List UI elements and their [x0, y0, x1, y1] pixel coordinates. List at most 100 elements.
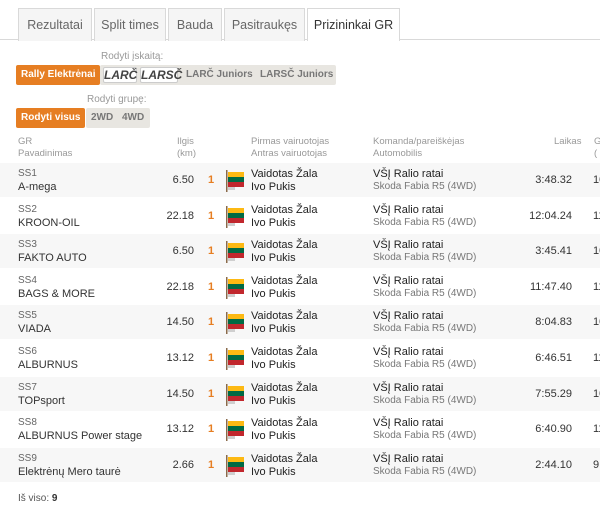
first-driver[interactable]: Vaidotas Žala: [251, 417, 317, 429]
larsc-logo-button[interactable]: LARSČ: [140, 67, 182, 83]
stage-length: 13.12: [166, 352, 194, 364]
extra-value: 9: [593, 458, 600, 471]
stage-time: 7:55.29: [535, 387, 572, 400]
team-name: VŠĮ Ralio ratai: [373, 452, 444, 465]
second-driver[interactable]: Ivo Pukis: [251, 430, 296, 442]
table-row[interactable]: SS2 KROON-OIL 22.18 1 Vaidotas Žala Ivo Pukis…: [0, 199, 600, 234]
header-length-unit: (km): [177, 148, 196, 159]
group-2wd-option[interactable]: 2WD: [91, 108, 113, 128]
stage-name: VIADA: [18, 323, 52, 336]
table-row[interactable]: SS9 Elektrėnų Mero taurė 2.66 1 Vaidotas Žal…: [0, 447, 600, 483]
table-row[interactable]: SS7 TOPsport 14.50 1 Vaidotas Žala Ivo Pukis V…: [0, 376, 600, 412]
stage-length: 22.18: [166, 280, 194, 293]
show-all-button[interactable]: Rodyti visus: [16, 108, 86, 128]
second-driver[interactable]: Ivo Pukis: [251, 217, 296, 229]
table-row[interactable]: SS3 FAKTO AUTO 6.50 1 Vaidotas Žala Ivo Pukis…: [0, 234, 600, 270]
stage-time: 6:46.51: [535, 352, 572, 364]
car-model: Skoda Fabia R5 (4WD): [373, 181, 477, 192]
second-driver[interactable]: Ivo Pukis: [251, 359, 296, 371]
larc-juniors-option[interactable]: LARČ Juniors: [186, 65, 253, 85]
stage-length: 14.50: [166, 387, 194, 400]
table-row[interactable]: SS4 BAGS & MORE 22.18 1 Vaidotas Žala Ivo Puk…: [0, 270, 600, 305]
first-driver[interactable]: Vaidotas Žala: [251, 239, 317, 251]
stage-name: A-mega: [18, 181, 57, 193]
table-row[interactable]: SS5 VIADA 14.50 1 Vaidotas Žala Ivo Pukis VŠĮ …: [0, 305, 600, 341]
stage-name: TOPsport: [18, 394, 65, 407]
rally-elektrenai-button[interactable]: Rally Elektrėnai: [16, 65, 101, 85]
position: 1: [208, 458, 215, 471]
stage-name: KROON-OIL: [18, 216, 80, 229]
second-driver[interactable]: Ivo Pukis: [251, 288, 296, 300]
team-name: VŠĮ Ralio ratai: [373, 417, 444, 430]
header-driver1: Pirmas vairuotojas: [251, 136, 330, 147]
larc-logo-button[interactable]: LARČ: [103, 67, 137, 83]
stage-time: 8:04.83: [535, 316, 572, 329]
second-driver[interactable]: Ivo Pukis: [251, 252, 296, 264]
team-name: VŠĮ Ralio ratai: [373, 310, 444, 323]
position: 1: [208, 280, 215, 293]
position: 1: [208, 245, 215, 258]
first-driver[interactable]: Vaidotas Žala: [251, 275, 317, 287]
larsc-juniors-option[interactable]: LARSČ Juniors: [260, 65, 333, 85]
tab-prizininkai-gr[interactable]: Prizininkai GR: [307, 8, 400, 41]
extra-value: 11: [593, 280, 600, 293]
lithuania-flag-icon: [224, 347, 246, 371]
second-driver[interactable]: Ivo Pukis: [251, 395, 296, 407]
lithuania-flag-icon: [224, 240, 246, 264]
second-driver[interactable]: Ivo Pukis: [251, 323, 296, 335]
first-driver[interactable]: Vaidotas Žala: [251, 168, 317, 180]
stage-length: 6.50: [172, 174, 194, 186]
tab-bauda[interactable]: Bauda: [168, 8, 222, 41]
team-name: VŠĮ Ralio ratai: [373, 274, 444, 287]
position: 1: [208, 387, 215, 400]
stage-code: SS7: [18, 381, 37, 393]
tab-split-times[interactable]: Split times: [94, 8, 166, 41]
stage-name: ALBURNUS: [18, 359, 78, 371]
series-filter-caption: Rodyti įskaitą:: [101, 51, 164, 62]
stage-time: 12:04.24: [529, 209, 572, 222]
first-driver[interactable]: Vaidotas Žala: [251, 382, 317, 394]
team-name: VŠĮ Ralio ratai: [373, 203, 444, 216]
table-row[interactable]: SS6 ALBURNUS 13.12 1 Vaidotas Žala Ivo Pukis V…: [0, 341, 600, 376]
table-row[interactable]: SS8 ALBURNUS Power stage 13.12 1 Vaidotas Ža…: [0, 412, 600, 448]
first-driver[interactable]: Vaidotas Žala: [251, 204, 317, 216]
group-filter-caption: Rodyti grupę:: [87, 94, 147, 105]
second-driver[interactable]: Ivo Pukis: [251, 466, 296, 478]
first-driver[interactable]: Vaidotas Žala: [251, 346, 317, 358]
header-name: Pavadinimas: [18, 148, 73, 159]
stage-code: SS8: [18, 417, 37, 429]
tab-rezultatai[interactable]: Rezultatai: [18, 8, 92, 41]
car-model: Skoda Fabia R5 (4WD): [373, 430, 477, 442]
lithuania-flag-icon: [224, 418, 246, 442]
stage-length: 22.18: [166, 209, 194, 222]
header-driver2: Antras vairuotojas: [251, 148, 328, 159]
extra-value: 11: [593, 352, 600, 364]
stage-code: SS3: [18, 239, 37, 251]
tab-pasitraukes[interactable]: Pasitraukęs: [224, 8, 305, 41]
header-time: Laikas: [554, 136, 582, 147]
stage-length: 6.50: [172, 245, 194, 258]
car-model: Skoda Fabia R5 (4WD): [373, 287, 477, 299]
position: 1: [208, 316, 215, 329]
car-model: Skoda Fabia R5 (4WD): [373, 323, 477, 335]
first-driver[interactable]: Vaidotas Žala: [251, 453, 317, 465]
header-team: Komanda/pareiškėjas: [373, 136, 465, 147]
first-driver[interactable]: Vaidotas Žala: [251, 310, 317, 322]
position: 1: [208, 352, 215, 364]
header-car: Automobilis: [373, 148, 423, 159]
stage-time: 3:45.41: [535, 245, 572, 258]
stage-time: 6:40.90: [535, 423, 572, 436]
lithuania-flag-icon: [224, 205, 246, 229]
stage-code: SS2: [18, 203, 37, 215]
team-name: VŠĮ Ralio ratai: [373, 168, 444, 180]
extra-value: 10: [593, 387, 600, 400]
extra-value: 11: [593, 209, 600, 222]
group-4wd-option[interactable]: 4WD: [122, 108, 144, 128]
second-driver[interactable]: Ivo Pukis: [251, 181, 296, 193]
header-extra-sub: (: [594, 148, 598, 159]
group-options: 2WD 4WD: [86, 108, 150, 128]
series-options-group: LARČ LARSČ LARČ Juniors LARSČ Juniors: [100, 65, 336, 85]
lithuania-flag-icon: [224, 311, 246, 335]
stage-code: SS1: [18, 168, 37, 179]
table-row[interactable]: SS1 A-mega 6.50 1 Vaidotas Žala Ivo Pukis VŠĮ …: [0, 163, 600, 198]
